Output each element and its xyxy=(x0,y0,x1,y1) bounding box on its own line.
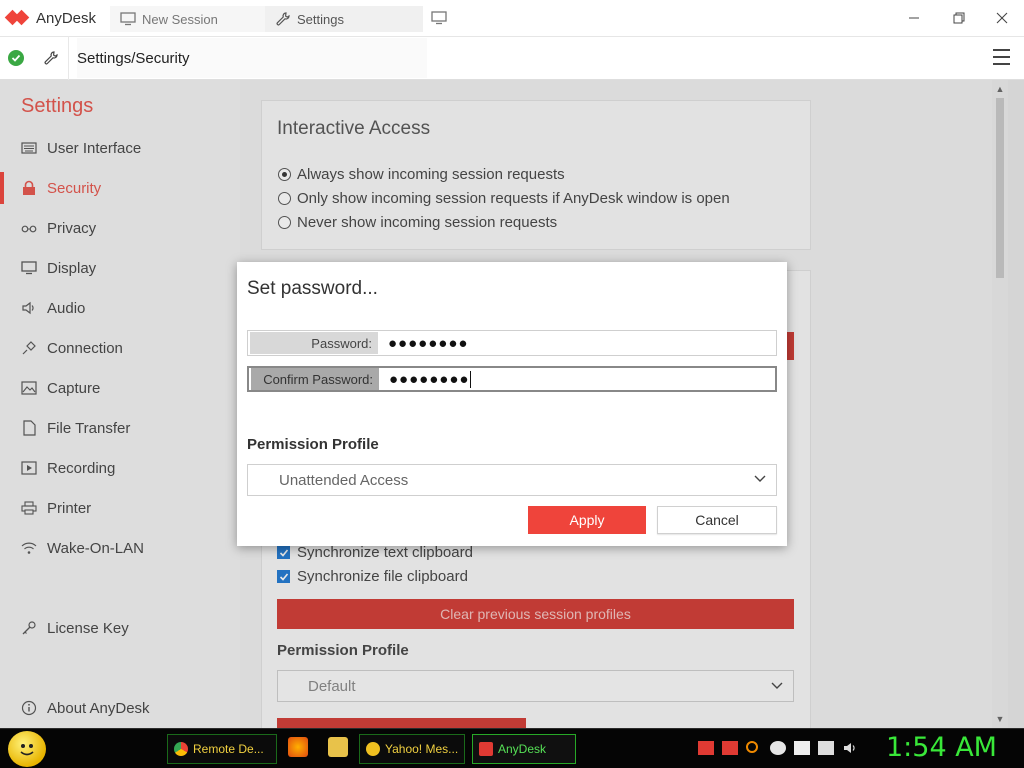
close-button[interactable] xyxy=(980,0,1024,36)
monitor-icon xyxy=(120,12,136,26)
connected-check-icon xyxy=(8,50,24,66)
restore-icon xyxy=(953,12,965,24)
title-bar: AnyDesk New Session Settings xyxy=(0,0,1024,36)
permission-profile-label: Permission Profile xyxy=(247,436,379,453)
wrench-icon xyxy=(275,12,291,26)
menu-button[interactable] xyxy=(993,49,1010,65)
tab-new-session[interactable]: New Session xyxy=(110,6,265,32)
divider xyxy=(68,36,69,80)
hamburger-icon xyxy=(993,49,1010,51)
dialog-title: Set password... xyxy=(247,278,378,299)
text-caret xyxy=(470,370,472,388)
taskbar-item-anydesk[interactable]: AnyDesk xyxy=(472,734,576,764)
confirm-password-input[interactable]: ●●●●●●●● xyxy=(389,370,472,388)
taskbar-item-label: AnyDesk xyxy=(498,742,547,756)
wrench-icon xyxy=(42,49,60,67)
password-field[interactable]: Password: ●●●●●●●● xyxy=(247,330,777,356)
network-icon[interactable] xyxy=(818,741,834,755)
confirm-password-label: Confirm Password: xyxy=(251,368,379,390)
permission-profile-dropdown[interactable]: Unattended Access xyxy=(247,464,777,496)
flag-icon[interactable] xyxy=(794,741,810,755)
chrome-icon xyxy=(174,742,188,756)
anydesk-logo-icon xyxy=(4,9,32,26)
new-tab-monitor-icon xyxy=(431,11,447,25)
select-value: Unattended Access xyxy=(279,471,409,489)
taskbar-item-label: Remote De... xyxy=(193,742,264,756)
new-tab-button[interactable] xyxy=(425,5,453,31)
anydesk-icon xyxy=(479,742,493,756)
confirm-password-field[interactable]: Confirm Password: ●●●●●●●● xyxy=(247,366,777,392)
taskbar: Remote De... Yahoo! Mes... AnyDesk 1:54 … xyxy=(0,728,1024,768)
restore-button[interactable] xyxy=(937,0,981,36)
apply-button[interactable]: Apply xyxy=(528,506,646,534)
start-smiley-icon[interactable] xyxy=(8,731,46,767)
app-logo: AnyDesk xyxy=(0,0,110,36)
password-value[interactable]: ●●●●●●●● xyxy=(388,335,468,352)
folder-icon[interactable] xyxy=(328,737,348,757)
cancel-button[interactable]: Cancel xyxy=(657,506,777,534)
address-path[interactable]: Settings/Security xyxy=(77,38,427,78)
minimize-icon xyxy=(909,17,919,19)
messenger-tray-icon[interactable] xyxy=(770,741,786,755)
minimize-button[interactable] xyxy=(892,0,936,36)
address-bar: Settings/Security xyxy=(0,36,1024,80)
yahoo-messenger-icon xyxy=(366,742,380,756)
taskbar-item-label: Yahoo! Mes... xyxy=(385,742,459,756)
tray-anydesk-icon[interactable] xyxy=(698,741,714,755)
password-label: Password: xyxy=(250,332,378,354)
confirm-password-value: ●●●●●●●● xyxy=(389,370,470,388)
close-icon xyxy=(996,12,1008,24)
tab-settings[interactable]: Settings xyxy=(265,6,423,32)
taskbar-item-yahoo-messenger[interactable]: Yahoo! Mes... xyxy=(359,734,465,764)
taskbar-item-remote-desktop[interactable]: Remote De... xyxy=(167,734,277,764)
taskbar-clock[interactable]: 1:54 AM xyxy=(886,732,997,763)
set-password-dialog: Set password... Password: ●●●●●●●● Confi… xyxy=(237,262,787,546)
search-icon[interactable] xyxy=(746,741,758,753)
tab-label: New Session xyxy=(142,11,218,27)
app-name: AnyDesk xyxy=(36,9,97,27)
firefox-icon[interactable] xyxy=(288,737,308,757)
tray-anydesk-icon-2[interactable] xyxy=(722,741,738,755)
volume-icon[interactable] xyxy=(842,741,858,755)
chevron-down-icon xyxy=(754,475,766,482)
tab-label: Settings xyxy=(297,11,344,27)
